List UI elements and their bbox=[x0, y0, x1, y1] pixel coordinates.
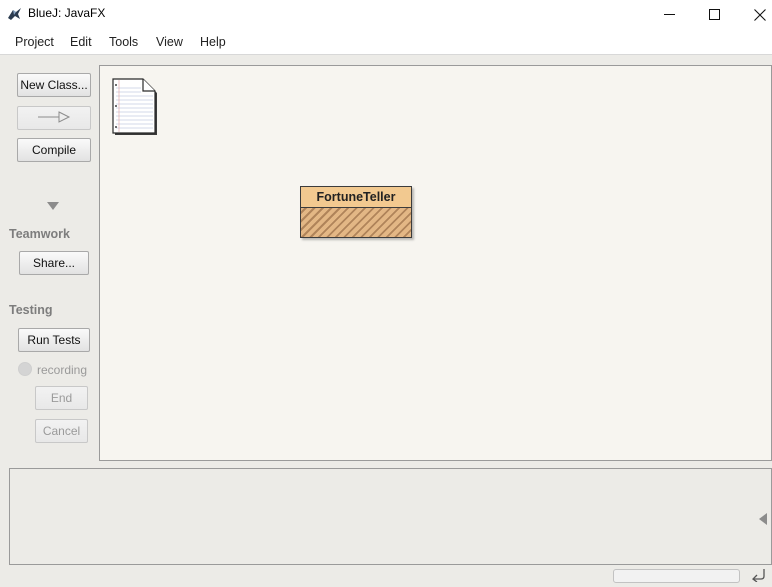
menu-edit[interactable]: Edit bbox=[70, 35, 92, 49]
cancel-button[interactable]: Cancel bbox=[35, 419, 88, 443]
title-bar: BlueJ: JavaFX bbox=[0, 0, 772, 29]
new-class-button[interactable]: New Class... bbox=[17, 73, 91, 97]
wrap-arrow-icon[interactable] bbox=[751, 568, 767, 585]
maximize-button[interactable] bbox=[692, 0, 737, 29]
close-button[interactable] bbox=[737, 0, 772, 29]
new-inheritance-button[interactable] bbox=[17, 106, 91, 130]
menu-bar: Project Edit Tools View Help bbox=[0, 30, 772, 55]
recording-indicator bbox=[18, 362, 32, 376]
menu-help[interactable]: Help bbox=[200, 35, 226, 49]
status-progress-field bbox=[613, 569, 740, 583]
teamwork-label: Teamwork bbox=[9, 227, 70, 241]
uncompiled-hatching bbox=[301, 208, 411, 237]
codepad-panel[interactable] bbox=[9, 468, 772, 565]
menu-tools[interactable]: Tools bbox=[109, 35, 138, 49]
compile-button[interactable]: Compile bbox=[17, 138, 91, 162]
end-button[interactable]: End bbox=[35, 386, 88, 410]
status-bar bbox=[0, 564, 772, 587]
readme-document-icon[interactable] bbox=[112, 78, 157, 135]
menu-view[interactable]: View bbox=[156, 35, 183, 49]
class-name: FortuneTeller bbox=[301, 187, 411, 208]
testing-label: Testing bbox=[9, 303, 53, 317]
triangle-down-icon[interactable] bbox=[47, 200, 59, 214]
inheritance-arrow-icon bbox=[37, 110, 71, 126]
share-button[interactable]: Share... bbox=[19, 251, 89, 275]
triangle-left-icon[interactable] bbox=[759, 513, 768, 528]
run-tests-button[interactable]: Run Tests bbox=[18, 328, 90, 352]
window-title: BlueJ: JavaFX bbox=[28, 6, 106, 20]
main-frame: New Class... Compile Teamwork Share... T… bbox=[0, 55, 772, 587]
class-diagram-canvas[interactable]: FortuneTeller bbox=[99, 65, 772, 461]
minimize-button[interactable] bbox=[647, 0, 692, 29]
bluej-bird-icon bbox=[7, 7, 23, 21]
recording-label: recording bbox=[37, 363, 88, 377]
menu-project[interactable]: Project bbox=[15, 35, 54, 49]
class-box-fortuneteller[interactable]: FortuneTeller bbox=[300, 186, 412, 238]
